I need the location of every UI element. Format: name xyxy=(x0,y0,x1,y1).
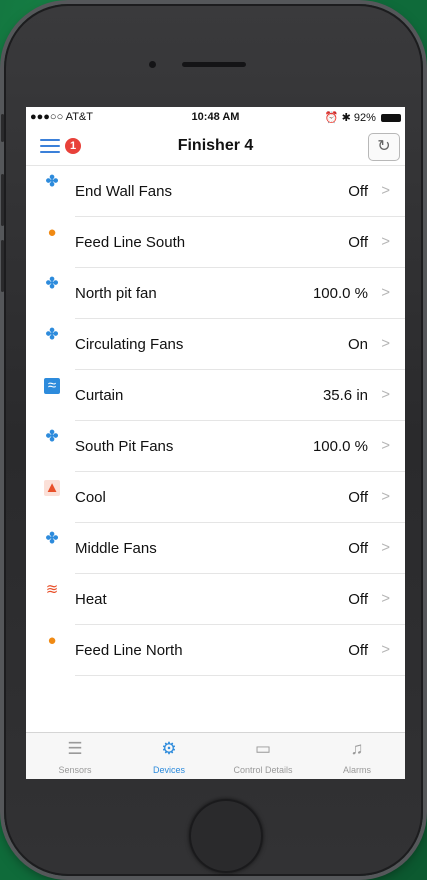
chevron-right-icon: > xyxy=(381,335,390,352)
device-row[interactable]: ✤ Circulating Fans On > xyxy=(26,319,405,370)
device-row[interactable]: ✤ North pit fan 100.0 % > xyxy=(26,268,405,319)
fan-icon: ✤ xyxy=(45,275,59,292)
volume-up-button xyxy=(1,174,4,226)
device-name: Curtain xyxy=(75,387,124,404)
device-value: Off xyxy=(348,183,368,200)
device-row[interactable]: ✤ End Wall Fans Off > xyxy=(26,166,405,217)
device-list: ✤ End Wall Fans Off > ● Feed Line South Off > ✤ N… xyxy=(26,166,405,676)
battery-percent: 92% xyxy=(353,112,376,124)
device-name: Circulating Fans xyxy=(75,336,184,353)
curtain-icon: ≈ xyxy=(44,378,60,394)
tab-bar: ☰ Sensors ⚙ Devices ▭ Control Details ♫ … xyxy=(26,732,405,779)
volume-down-button xyxy=(1,240,4,292)
tab-devices[interactable]: ⚙ Devices xyxy=(122,733,216,779)
device-name: Feed Line South xyxy=(75,234,186,251)
device-name: Cool xyxy=(75,489,106,506)
device-row[interactable]: ≋ Heat Off > xyxy=(26,574,405,625)
tab-label: Sensors xyxy=(58,765,92,775)
tab-label: Alarms xyxy=(342,765,371,775)
chevron-right-icon: > xyxy=(381,182,390,199)
device-value: 100.0 % xyxy=(312,285,368,302)
device-row[interactable]: ✤ South Pit Fans 100.0 % > xyxy=(26,421,405,472)
alarm-bluetooth-icon: ⏰ ✱ xyxy=(324,112,354,124)
device-value: Off xyxy=(348,234,368,251)
device-row[interactable]: ▲ Cool Off > xyxy=(26,472,405,523)
chevron-right-icon: > xyxy=(381,233,390,250)
chevron-right-icon: > xyxy=(381,641,390,658)
tab-control-details[interactable]: ▭ Control Details xyxy=(216,733,310,779)
tab-alarms[interactable]: ♫ Alarms xyxy=(310,733,404,779)
gear-icon: ⚙ xyxy=(161,739,177,758)
monitor-icon: ▭ xyxy=(254,739,272,758)
navigation-bar: 1 Finisher 4 ↻ xyxy=(26,127,405,166)
row-divider xyxy=(75,675,405,676)
earpiece-speaker xyxy=(182,62,246,67)
fan-icon: ✤ xyxy=(45,326,59,343)
tab-sensors[interactable]: ☰ Sensors xyxy=(28,733,122,779)
device-value: 100.0 % xyxy=(312,438,368,455)
device-name: North pit fan xyxy=(75,285,157,302)
cool-icon: ▲ xyxy=(44,479,60,496)
device-row[interactable]: ≈ Curtain 35.6 in > xyxy=(26,370,405,421)
sliders-icon: ☰ xyxy=(67,739,83,758)
device-value: Off xyxy=(348,642,368,659)
app-screen: ●●●○○ AT&T 10:48 AM ⏰ ✱ 92% 1 Finisher 4… xyxy=(26,107,405,779)
device-name: South Pit Fans xyxy=(75,438,174,455)
chevron-right-icon: > xyxy=(381,386,390,403)
tab-label: Devices xyxy=(152,765,185,775)
chevron-right-icon: > xyxy=(381,488,390,505)
device-row[interactable]: ● Feed Line South Off > xyxy=(26,217,405,268)
device-name: Feed Line North xyxy=(75,642,183,659)
chevron-right-icon: > xyxy=(381,539,390,556)
device-row[interactable]: ✤ Middle Fans Off > xyxy=(26,523,405,574)
device-value: Off xyxy=(348,489,368,506)
tab-label: Control Details xyxy=(233,765,293,775)
device-row[interactable]: ● Feed Line North Off > xyxy=(26,625,405,676)
refresh-button[interactable]: ↻ xyxy=(368,133,400,161)
battery-status: ⏰ ✱ 92% xyxy=(325,111,401,124)
mute-switch xyxy=(1,114,4,142)
device-name: End Wall Fans xyxy=(75,183,172,200)
home-button[interactable] xyxy=(189,799,263,873)
refresh-icon: ↻ xyxy=(377,138,391,155)
device-value: Off xyxy=(348,540,368,557)
device-value: 35.6 in xyxy=(322,387,368,404)
fan-icon: ✤ xyxy=(45,173,59,190)
feeder-icon: ● xyxy=(47,224,57,241)
battery-icon xyxy=(381,114,401,123)
device-name: Heat xyxy=(75,591,107,608)
bell-icon: ♫ xyxy=(350,739,364,758)
page-title: Finisher 4 xyxy=(177,137,254,154)
chevron-right-icon: > xyxy=(381,437,390,454)
device-value: Off xyxy=(348,591,368,608)
status-bar: ●●●○○ AT&T 10:48 AM ⏰ ✱ 92% xyxy=(26,107,405,127)
heat-icon: ≋ xyxy=(45,581,59,598)
fan-icon: ✤ xyxy=(45,530,59,547)
chevron-right-icon: > xyxy=(381,284,390,301)
fan-icon: ✤ xyxy=(45,428,59,445)
feeder-icon: ● xyxy=(47,632,57,649)
device-value: On xyxy=(347,336,368,353)
device-name: Middle Fans xyxy=(75,540,157,557)
chevron-right-icon: > xyxy=(381,590,390,607)
front-camera xyxy=(149,61,156,68)
